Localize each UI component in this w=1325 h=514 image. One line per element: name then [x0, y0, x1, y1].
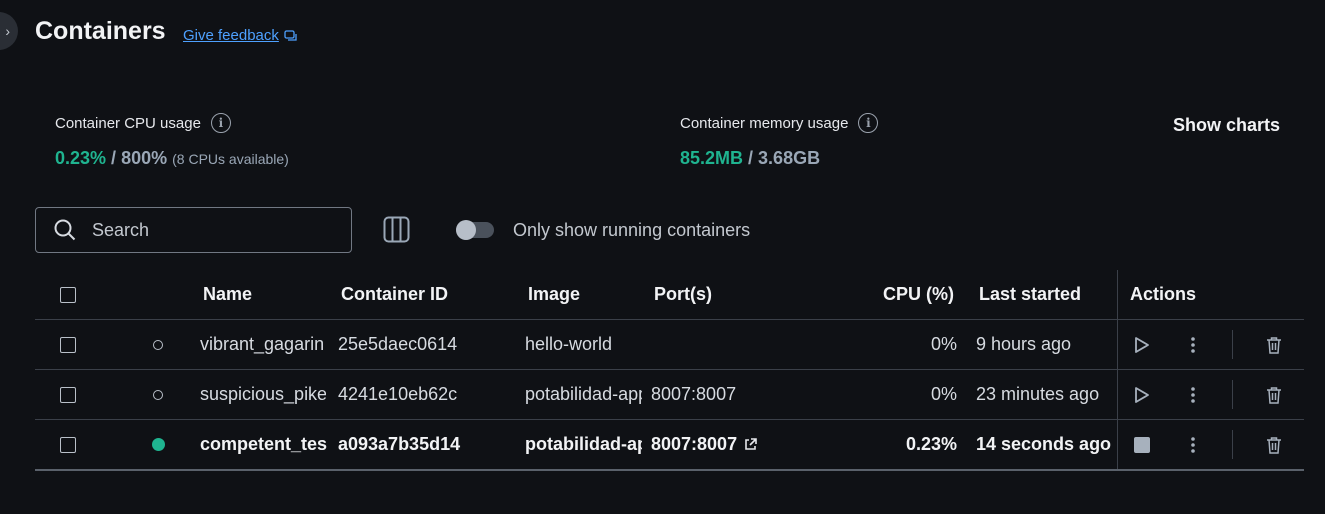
- chevron-right-icon: ›: [5, 23, 10, 39]
- table-row[interactable]: vibrant_gagarin 25e5daec0614 hello-world…: [35, 320, 1304, 370]
- row-checkbox[interactable]: [60, 336, 76, 353]
- cpu-usage-value: 0.23% / 800% (8 CPUs available): [55, 148, 289, 169]
- kebab-menu-icon: [1191, 386, 1195, 403]
- table-row[interactable]: competent_tesla a093a7b35d14 potabilidad…: [35, 420, 1304, 471]
- action-separator: [1232, 430, 1233, 459]
- page-title: Containers: [35, 17, 166, 45]
- container-image[interactable]: potabilidad-app: [525, 420, 642, 469]
- container-id: a093a7b35d14: [338, 434, 461, 454]
- info-icon[interactable]: i: [210, 113, 231, 133]
- cpu-separator: /: [106, 148, 122, 168]
- column-header-image[interactable]: Image: [528, 270, 580, 319]
- container-last-started: 14 seconds ago: [976, 434, 1112, 454]
- column-header-last-started[interactable]: Last started: [979, 270, 1081, 319]
- container-ports[interactable]: [651, 320, 801, 369]
- container-image[interactable]: potabilidad-app: [525, 370, 642, 419]
- status-cell: [152, 420, 165, 469]
- table-header: Name Container ID Image Port(s) CPU (%) …: [35, 270, 1304, 320]
- status-cell: [153, 370, 163, 419]
- kebab-menu-icon: [1191, 336, 1195, 353]
- row-checkbox-cell: [60, 420, 76, 469]
- row-checkbox[interactable]: [60, 436, 76, 453]
- status-cell: [153, 320, 163, 369]
- row-checkbox-cell: [60, 320, 76, 369]
- column-header-cpu[interactable]: CPU (%): [855, 270, 954, 319]
- select-all-checkbox-cell: [60, 270, 76, 319]
- feedback-icon: [284, 29, 297, 41]
- status-stopped-icon: [153, 389, 163, 400]
- container-name[interactable]: competent_tesla: [200, 420, 328, 469]
- status-stopped-icon: [153, 339, 163, 350]
- container-name[interactable]: vibrant_gagarin: [200, 320, 324, 369]
- memory-usage-label-text: Container memory usage: [680, 114, 849, 132]
- start-button[interactable]: [1129, 370, 1155, 419]
- column-header-name[interactable]: Name: [203, 270, 252, 319]
- stop-button[interactable]: [1129, 420, 1155, 469]
- container-ports[interactable]: 8007:8007: [651, 370, 801, 419]
- show-charts-button[interactable]: Show charts: [1173, 115, 1280, 136]
- more-actions-button[interactable]: [1180, 420, 1206, 469]
- toggle-knob: [456, 220, 476, 240]
- container-name[interactable]: suspicious_pike: [200, 370, 326, 419]
- memory-usage-label: Container memory usage i: [680, 113, 879, 133]
- external-link-icon[interactable]: [743, 437, 758, 452]
- give-feedback-link[interactable]: Give feedback: [183, 27, 298, 44]
- table-row[interactable]: suspicious_pike 4241e10eb62c potabilidad…: [35, 370, 1304, 420]
- container-id: 4241e10eb62c: [338, 384, 458, 404]
- start-button[interactable]: [1129, 320, 1155, 369]
- cpu-usage-label-text: Container CPU usage: [55, 114, 201, 132]
- column-header-actions: Actions: [1130, 284, 1197, 304]
- trash-icon: [1267, 436, 1281, 454]
- sidebar-collapse-button[interactable]: ›: [0, 12, 18, 50]
- cpu-total: 800%: [121, 148, 168, 168]
- delete-button[interactable]: [1261, 370, 1287, 419]
- column-header-ports[interactable]: Port(s): [654, 270, 712, 319]
- cpu-used: 0.23%: [55, 148, 107, 168]
- more-actions-button[interactable]: [1180, 370, 1206, 419]
- kebab-menu-icon: [1191, 436, 1195, 453]
- memory-separator: /: [743, 148, 759, 168]
- memory-used: 85.2MB: [680, 148, 744, 168]
- search-input[interactable]: [90, 218, 334, 242]
- container-cpu: 0%: [930, 384, 957, 404]
- select-all-checkbox[interactable]: [60, 286, 76, 303]
- trash-icon: [1267, 386, 1281, 404]
- action-separator: [1232, 330, 1233, 359]
- status-running-icon: [152, 438, 165, 451]
- container-cpu: 0%: [930, 334, 957, 354]
- column-header-container-id[interactable]: Container ID: [341, 270, 448, 319]
- more-actions-button[interactable]: [1180, 320, 1206, 369]
- memory-usage-value: 85.2MB / 3.68GB: [680, 148, 820, 169]
- search-icon: [54, 219, 76, 241]
- row-checkbox[interactable]: [60, 386, 76, 403]
- delete-button[interactable]: [1261, 420, 1287, 469]
- memory-total: 3.68GB: [758, 148, 821, 168]
- action-separator: [1232, 380, 1233, 409]
- running-only-label: Only show running containers: [513, 220, 751, 240]
- containers-table: Name Container ID Image Port(s) CPU (%) …: [35, 270, 1304, 471]
- search-field[interactable]: [35, 207, 352, 253]
- columns-icon[interactable]: [383, 216, 410, 243]
- stop-icon: [1134, 436, 1150, 453]
- cpu-usage-label: Container CPU usage i: [55, 113, 231, 133]
- container-cpu: 0.23%: [905, 434, 957, 454]
- play-icon: [1135, 386, 1149, 403]
- cpu-note: (8 CPUs available): [172, 151, 289, 167]
- container-last-started: 9 hours ago: [976, 334, 1072, 354]
- feedback-label: Give feedback: [183, 27, 279, 44]
- play-icon: [1135, 336, 1149, 353]
- container-last-started: 23 minutes ago: [976, 384, 1100, 404]
- container-id: 25e5daec0614: [338, 334, 458, 354]
- running-only-toggle[interactable]: [456, 220, 494, 240]
- delete-button[interactable]: [1261, 320, 1287, 369]
- trash-icon: [1267, 336, 1281, 354]
- container-ports-cell: 8007:8007: [651, 420, 801, 469]
- container-ports[interactable]: 8007:8007: [651, 434, 737, 455]
- container-image[interactable]: hello-world: [525, 320, 642, 369]
- info-icon[interactable]: i: [858, 113, 879, 133]
- row-checkbox-cell: [60, 370, 76, 419]
